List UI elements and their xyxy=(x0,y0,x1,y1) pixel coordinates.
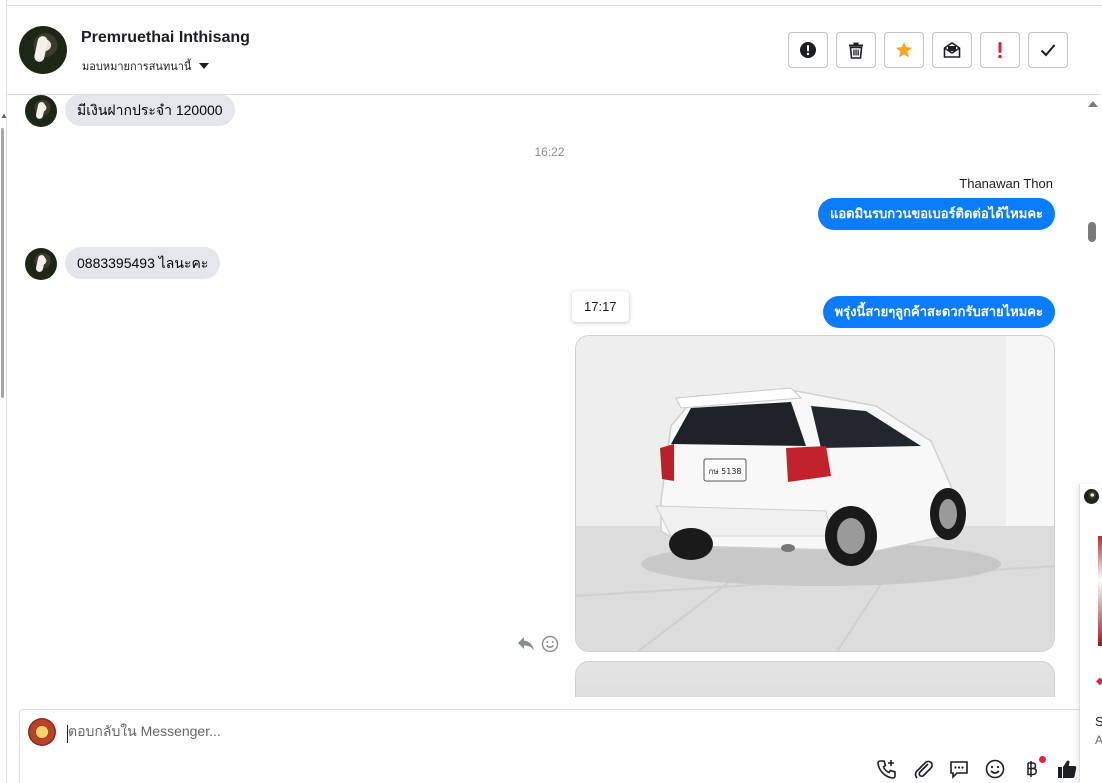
composer-toolbar xyxy=(875,756,1079,781)
scroll-up-arrow[interactable] xyxy=(1088,101,1098,107)
message-timestamp: 16:22 xyxy=(534,145,565,159)
message-photo-next[interactable] xyxy=(575,661,1055,697)
contact-name[interactable]: Premruethai Inthisang xyxy=(81,29,250,47)
trash-icon xyxy=(849,42,863,59)
incoming-message[interactable]: 0883395493 ไลนะคะ xyxy=(65,247,221,279)
assign-conversation-dropdown[interactable]: มอบหมายการสนทนานี้ xyxy=(82,57,210,75)
chat-bubble-icon xyxy=(950,761,968,779)
side-preview-image xyxy=(1098,536,1102,646)
side-text-line1: S xyxy=(1095,714,1102,729)
star-button[interactable] xyxy=(884,32,924,68)
report-spam-button[interactable] xyxy=(788,32,828,68)
payment-button[interactable] xyxy=(1019,756,1046,781)
mark-unread-button[interactable] xyxy=(932,32,972,68)
inbox-conversation-view: ▲ Premruethai Inthisang มอบหมายการสนทนาน… xyxy=(0,0,1102,783)
contact-avatar[interactable] xyxy=(19,26,67,74)
side-avatar xyxy=(1084,489,1099,504)
thumbs-up-icon xyxy=(1058,760,1077,778)
follow-up-button[interactable] xyxy=(980,32,1020,68)
emoji-button[interactable] xyxy=(983,757,1007,781)
page-avatar xyxy=(28,718,56,746)
reply-input[interactable] xyxy=(68,723,1048,739)
side-preview-panel[interactable]: ◆ S A xyxy=(1079,484,1102,783)
chevron-down-icon xyxy=(199,63,210,69)
scroll-thumb[interactable] xyxy=(1088,222,1096,242)
conversation-header: Premruethai Inthisang มอบหมายการสนทนานี้ xyxy=(7,6,1100,95)
notification-dot xyxy=(1039,756,1046,763)
alert-circle-icon xyxy=(800,42,816,58)
smiley-icon xyxy=(985,759,1005,779)
mark-done-button[interactable] xyxy=(1028,32,1068,68)
delete-button[interactable] xyxy=(836,32,876,68)
contact-avatar-small xyxy=(25,95,57,127)
message-photo-car[interactable]: กษ 5138 xyxy=(575,335,1055,652)
side-marker-icon: ◆ xyxy=(1096,676,1102,687)
message-hover-tools xyxy=(517,635,559,653)
call-button[interactable] xyxy=(875,757,899,781)
outgoing-message[interactable]: พรุ่งนี้สายๆลูกค้าสะดวกรับสายไหมคะ xyxy=(822,296,1055,328)
outgoing-message[interactable]: แอดมินรบกวนขอเบอร์ติดต่อได้ไหมคะ xyxy=(817,198,1055,230)
license-plate-text: กษ 5138 xyxy=(708,467,741,476)
reply-icon[interactable] xyxy=(517,636,535,652)
phone-plus-icon xyxy=(877,760,896,779)
left-scrollbar[interactable]: ▲ xyxy=(0,0,8,783)
envelope-open-icon xyxy=(943,42,961,58)
sender-name: Thanawan Thon xyxy=(959,176,1053,191)
saved-replies-button[interactable] xyxy=(947,757,971,781)
assign-label: มอบหมายการสนทนานี้ xyxy=(82,61,192,73)
contact-avatar-small xyxy=(25,248,57,280)
left-scroll-thumb[interactable] xyxy=(1,128,4,398)
reply-composer xyxy=(19,709,1081,783)
header-actions xyxy=(788,32,1068,68)
attach-button[interactable] xyxy=(911,757,935,781)
message-time-tooltip: 17:17 xyxy=(572,291,629,322)
car-photo-illustration: กษ 5138 xyxy=(576,336,1054,651)
emoji-react-icon[interactable] xyxy=(541,635,559,653)
exclamation-icon xyxy=(998,42,1002,59)
paperclip-icon xyxy=(914,760,933,779)
checkmark-icon xyxy=(1040,44,1056,57)
like-button[interactable] xyxy=(1055,757,1079,781)
side-text-line2: A xyxy=(1095,733,1102,747)
incoming-message[interactable]: มีเงินฝากประจำ 120000 xyxy=(65,95,235,126)
star-icon xyxy=(895,41,913,58)
message-thread[interactable]: มีเงินฝากประจำ 120000 16:22 Thanawan Tho… xyxy=(7,95,1085,697)
